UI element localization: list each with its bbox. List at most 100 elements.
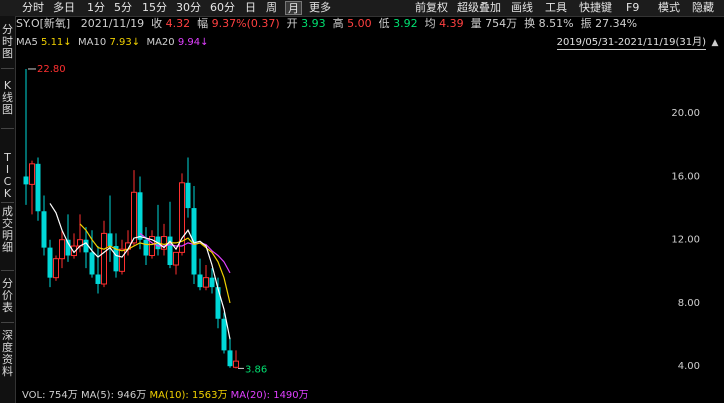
ma20-label: MA20 <box>146 37 175 48</box>
candle-body <box>125 242 131 250</box>
sidebar-char: 料 <box>2 365 13 378</box>
tab-minute[interactable]: 分时 <box>22 1 44 15</box>
hide-button[interactable]: 隐藏 <box>692 1 714 15</box>
tab-week[interactable]: 周 <box>266 1 277 15</box>
vol-ma20-label: MA(20): <box>230 390 271 401</box>
sidebar-char: 图 <box>2 47 13 60</box>
candle-body <box>227 350 233 367</box>
candle-body <box>77 239 83 247</box>
close-label: 收 <box>151 17 163 30</box>
ma5-value: 5.11↓ <box>41 37 72 48</box>
candle-body <box>101 232 107 285</box>
candle-body <box>83 239 89 253</box>
view-sidebar: 分时图 K线图 TICK 成交明细 分价表 深度资料 <box>0 16 16 403</box>
y-tick-label: 4.00 <box>678 361 700 372</box>
sidebar-item-trade-detail[interactable]: 成交明细 <box>0 206 15 254</box>
sidebar-char: K <box>3 187 12 200</box>
ma20-value: 9.94↓ <box>177 37 209 48</box>
vol-ma10-value: 1563万 <box>192 390 228 401</box>
turnover-value: 8.51% <box>538 17 574 30</box>
tab-multi-day[interactable]: 多日 <box>53 1 75 15</box>
candle-body <box>209 277 215 288</box>
adjust-forward-button[interactable]: 前复权 <box>415 1 448 15</box>
candle-body <box>173 251 179 266</box>
ma-legend: MA5 5.11↓ MA10 7.93↓ MA20 9.94↓ <box>16 36 209 50</box>
volume-label: 量 <box>470 17 482 30</box>
candle-body <box>29 163 35 185</box>
date-range-label[interactable]: 2019/05/31-2021/11/19(31月) <box>556 37 706 50</box>
y-tick-label: 12.00 <box>671 235 700 246</box>
candle-body <box>41 211 47 248</box>
candle-body <box>179 182 185 253</box>
volume-value: 754万 <box>485 17 518 30</box>
tools-button[interactable]: 工具 <box>545 1 567 15</box>
symbol-label: SY.O[新氧] <box>16 17 71 30</box>
y-tick-label: 8.00 <box>678 298 700 309</box>
candle-body <box>119 248 125 272</box>
tab-day[interactable]: 日 <box>245 1 256 15</box>
candle-body <box>107 233 113 247</box>
mode-button[interactable]: 模式 <box>658 1 680 15</box>
volume-legend: VOL: 754万 MA(5): 946万 MA(10): 1563万 MA(2… <box>22 390 309 402</box>
vol-label: VOL: <box>22 390 46 401</box>
turnover-label: 换 <box>524 17 536 30</box>
ma10-value: 7.93↓ <box>109 37 141 48</box>
tab-60min[interactable]: 60分 <box>210 1 235 15</box>
close-value: 4.32 <box>165 17 191 30</box>
avg-label: 均 <box>424 17 436 30</box>
open-label: 开 <box>286 17 298 30</box>
candle-body <box>71 245 77 257</box>
candle-body <box>137 192 143 240</box>
candle-body <box>215 287 221 319</box>
candle-body <box>149 236 155 257</box>
tab-5min[interactable]: 5分 <box>114 1 132 15</box>
vol-value: 754万 <box>48 390 78 401</box>
sidebar-item-tick[interactable]: TICK <box>0 152 15 200</box>
ma10-line <box>79 223 231 304</box>
candle-body <box>23 176 29 185</box>
ma20-line <box>139 232 231 274</box>
high-value: 5.00 <box>347 17 372 30</box>
tab-15min[interactable]: 15分 <box>142 1 167 15</box>
candle-body <box>53 258 59 279</box>
candle-body <box>161 236 167 250</box>
tab-30min[interactable]: 30分 <box>176 1 201 15</box>
sidebar-item-price-table[interactable]: 分价表 <box>0 278 15 314</box>
candlestick-chart[interactable]: 20.00 16.00 12.00 8.00 4.00 22.80 3.86 <box>0 0 724 403</box>
candle-body <box>131 191 137 244</box>
candle-body <box>95 274 101 284</box>
candle-body <box>143 239 149 256</box>
overlay-button[interactable]: 超级叠加 <box>457 1 501 15</box>
sidebar-item-minute-chart[interactable]: 分时图 <box>0 24 15 60</box>
low-annotation-label: 3.86 <box>245 364 267 375</box>
sidebar-item-k-line[interactable]: K线图 <box>0 80 15 116</box>
y-tick-label: 16.00 <box>671 171 700 182</box>
low-label: 低 <box>378 17 390 30</box>
tab-month[interactable]: 月 <box>285 1 302 15</box>
candle-body <box>197 274 203 288</box>
vol-ma5-value: 946万 <box>117 390 147 401</box>
amplitude-value: 27.34% <box>595 17 638 30</box>
candle-body <box>167 236 173 266</box>
sidebar-item-depth-data[interactable]: 深度资料 <box>0 330 15 378</box>
quote-info-bar: SY.O[新氧] 2021/11/19 收 4.32 幅 9.37%(0.37)… <box>16 17 637 31</box>
sidebar-char: 图 <box>2 103 13 116</box>
f9-button[interactable]: F9 <box>626 1 639 15</box>
draw-line-button[interactable]: 画线 <box>511 1 533 15</box>
ma5-label: MA5 <box>16 37 38 48</box>
candle-body <box>203 277 209 288</box>
candle-body <box>47 247 53 278</box>
date-label: 2021/11/19 <box>80 17 145 30</box>
high-annotation-label: 22.80 <box>37 64 66 75</box>
period-toolbar: 分时 多日 1分 5分 15分 30分 60分 日 周 月 更多 前复权 超级叠… <box>0 0 724 17</box>
low-value: 3.92 <box>393 17 418 30</box>
candle-body <box>113 246 119 272</box>
tab-more[interactable]: 更多 <box>309 1 331 15</box>
candle-body <box>35 163 41 212</box>
chevron-up-icon[interactable]: ▲ <box>710 37 720 49</box>
candle-body <box>155 236 161 250</box>
tab-1min[interactable]: 1分 <box>87 1 105 15</box>
candle-body <box>185 182 191 209</box>
ma10-label: MA10 <box>78 37 107 48</box>
shortcuts-button[interactable]: 快捷键 <box>579 1 612 15</box>
